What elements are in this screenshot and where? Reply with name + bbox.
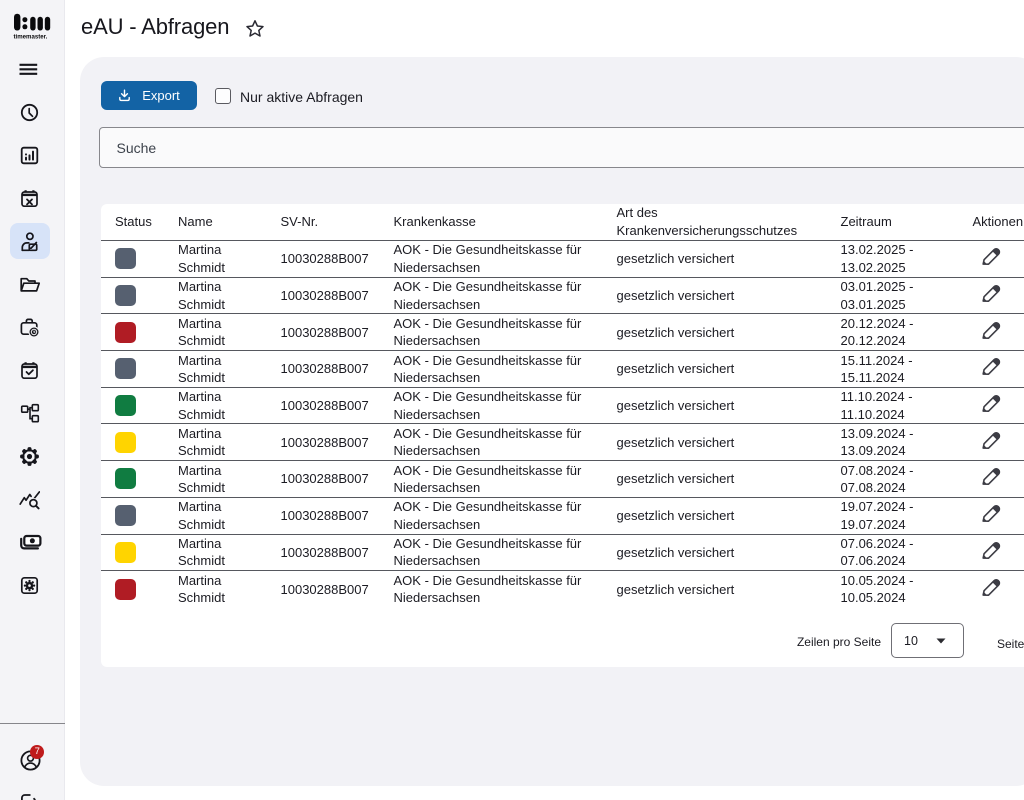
svg-text:timemaster.: timemaster.	[14, 34, 48, 41]
